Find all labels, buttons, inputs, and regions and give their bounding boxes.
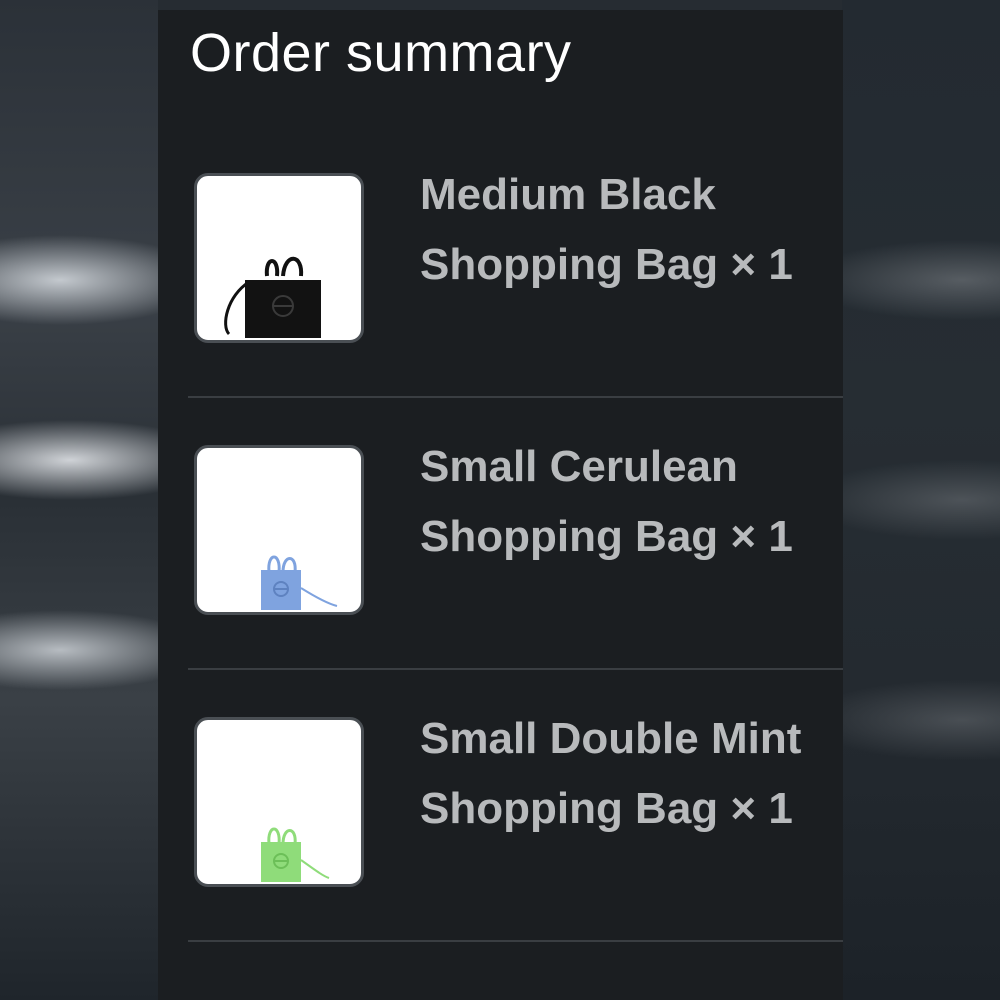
black-tote-bag-icon [224,256,321,338]
product-thumbnail [194,173,364,343]
product-name-line1: Small Double Mint [420,714,802,763]
order-item: Small Cerulean Shopping Bag × 1 [188,398,843,670]
product-name-line2: Shopping Bag × 1 [420,512,793,561]
product-name-line2: Shopping Bag × 1 [420,784,793,833]
blurred-background-right [842,0,1000,1000]
product-name: Small Cerulean Shopping Bag × 1 [420,432,840,572]
product-name-line1: Medium Black [420,170,716,219]
order-item: Medium Black Shopping Bag × 1 [188,126,843,398]
product-name-line1: Small Cerulean [420,442,738,491]
order-summary-panel: Order summary Medium Black Shopping Bag … [158,10,843,1000]
product-thumbnail [194,445,364,615]
cerulean-tote-bag-icon [261,555,338,610]
product-thumbnail [194,717,364,887]
mint-tote-bag-icon [261,827,330,882]
product-name: Medium Black Shopping Bag × 1 [420,160,840,300]
blurred-background-left [0,0,158,1000]
product-name: Small Double Mint Shopping Bag × 1 [420,704,840,844]
product-name-line2: Shopping Bag × 1 [420,240,793,289]
order-item: Small Double Mint Shopping Bag × 1 [188,670,843,942]
order-summary-title: Order summary [190,23,572,83]
